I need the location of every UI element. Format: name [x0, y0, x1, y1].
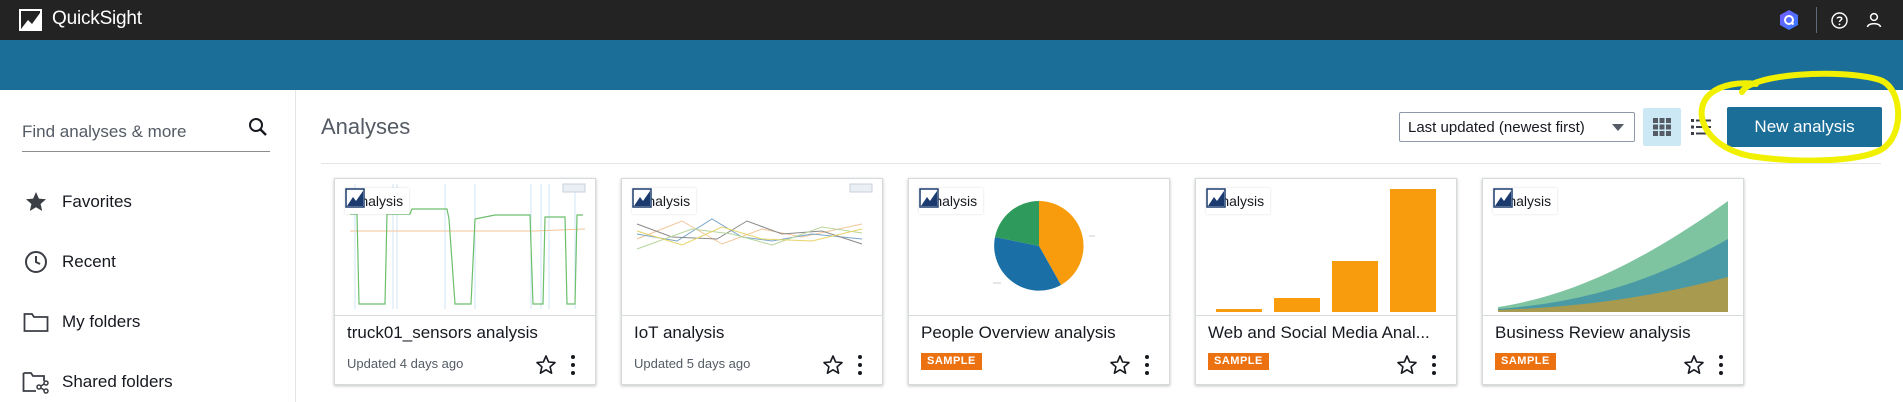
more-options-icon[interactable] — [1717, 354, 1725, 376]
analysis-type-badge: Analysis — [345, 188, 410, 214]
analysis-card[interactable]: Analysis Business Review analysis SAMPLE — [1482, 178, 1744, 385]
sidebar-item-label: Shared folders — [62, 372, 173, 391]
quicksight-logo-icon[interactable] — [19, 9, 42, 31]
star-icon[interactable] — [1109, 354, 1131, 376]
sample-badge: SAMPLE — [1495, 353, 1556, 370]
folder-icon — [22, 308, 50, 336]
card-thumbnail[interactable]: Analysis — [909, 179, 1169, 316]
app-title[interactable]: QuickSight — [52, 8, 142, 30]
list-view-icon — [1691, 119, 1711, 135]
card-title[interactable]: People Overview analysis — [921, 323, 1161, 343]
card-title[interactable]: truck01_sensors analysis — [347, 323, 587, 343]
sidebar-item-label: Favorites — [62, 192, 132, 211]
analysis-type-badge: Analysis — [919, 188, 984, 214]
star-icon[interactable] — [1683, 354, 1705, 376]
top-bar: QuickSight — [0, 0, 1903, 40]
analysis-type-badge: Analysis — [1206, 188, 1271, 214]
star-icon — [22, 188, 50, 216]
header-band — [0, 40, 1903, 90]
grid-view-button[interactable] — [1643, 108, 1681, 146]
card-thumbnail[interactable]: Analysis — [1196, 179, 1456, 316]
shared-folder-icon — [22, 368, 50, 396]
analysis-type-badge: Analysis — [1493, 188, 1558, 214]
grid-view-icon — [1653, 118, 1671, 136]
analysis-icon — [1206, 188, 1226, 208]
sidebar-item-favorites[interactable]: Favorites — [22, 182, 282, 222]
star-icon[interactable] — [1396, 354, 1418, 376]
sort-selected-label: Last updated (newest first) — [1408, 119, 1585, 136]
analysis-card[interactable]: Analysis truck01_sensors analysis Update… — [334, 178, 596, 385]
header-divider — [321, 163, 1881, 164]
clock-icon — [22, 248, 50, 276]
analysis-icon — [632, 188, 652, 208]
star-icon[interactable] — [535, 354, 557, 376]
sidebar: Favorites Recent My folders Shared folde… — [0, 90, 296, 402]
more-options-icon[interactable] — [569, 354, 577, 376]
card-updated-text: Updated 5 days ago — [634, 356, 751, 371]
sidebar-item-my-folders[interactable]: My folders — [22, 302, 282, 342]
card-title[interactable]: IoT analysis — [634, 323, 874, 343]
user-icon[interactable] — [1865, 11, 1883, 29]
card-thumbnail[interactable]: Analysis — [335, 179, 595, 316]
card-title[interactable]: Web and Social Media Anal... — [1208, 323, 1448, 343]
analysis-icon — [1493, 188, 1513, 208]
analysis-icon — [919, 188, 939, 208]
more-options-icon[interactable] — [1143, 354, 1151, 376]
list-view-button[interactable] — [1688, 114, 1714, 140]
amazon-q-icon[interactable] — [1778, 9, 1800, 31]
sort-dropdown[interactable]: Last updated (newest first) — [1399, 112, 1635, 142]
sidebar-item-shared-folders[interactable]: Shared folders — [22, 362, 282, 402]
new-analysis-button[interactable]: New analysis — [1727, 107, 1882, 147]
topbar-divider — [1816, 7, 1817, 33]
analysis-card[interactable]: Analysis Web and Social Media Anal... SA… — [1195, 178, 1457, 385]
analysis-card[interactable]: Analysis People Overview analysis SAMPLE — [908, 178, 1170, 385]
help-icon[interactable] — [1831, 12, 1848, 29]
analysis-type-badge: Analysis — [632, 188, 697, 214]
sample-badge: SAMPLE — [921, 353, 982, 370]
sidebar-item-label: Recent — [62, 252, 116, 271]
sidebar-item-recent[interactable]: Recent — [22, 242, 282, 282]
sample-badge: SAMPLE — [1208, 353, 1269, 370]
analysis-icon — [345, 188, 365, 208]
more-options-icon[interactable] — [856, 354, 864, 376]
sidebar-item-label: My folders — [62, 312, 141, 331]
chevron-down-icon — [1612, 124, 1624, 131]
card-thumbnail[interactable]: Analysis — [1483, 179, 1743, 316]
search-icon[interactable] — [248, 117, 268, 137]
card-thumbnail[interactable]: Analysis — [622, 179, 882, 316]
card-title[interactable]: Business Review analysis — [1495, 323, 1735, 343]
more-options-icon[interactable] — [1430, 354, 1438, 376]
page-title: Analyses — [321, 114, 411, 139]
search-input[interactable] — [22, 120, 232, 144]
search-box — [22, 112, 270, 152]
star-icon[interactable] — [822, 354, 844, 376]
analysis-card[interactable]: Analysis IoT analysis Updated 5 days ago — [621, 178, 883, 385]
card-updated-text: Updated 4 days ago — [347, 356, 464, 371]
